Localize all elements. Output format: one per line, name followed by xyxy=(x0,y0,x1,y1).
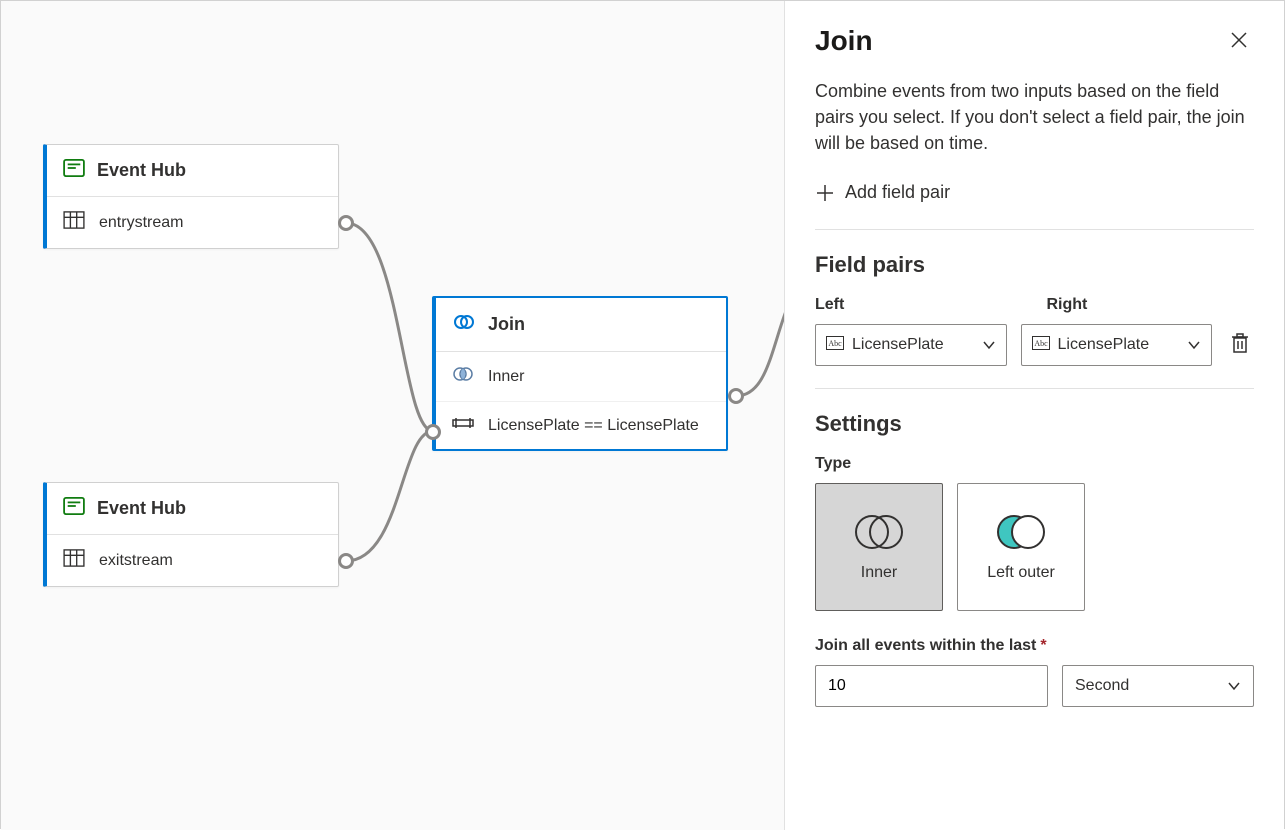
left-column-label: Left xyxy=(815,296,1023,314)
node-detail-row: exitstream xyxy=(47,535,338,586)
add-field-pair-button[interactable]: Add field pair xyxy=(815,178,1254,207)
right-field-dropdown[interactable]: Abc LicensePlate xyxy=(1021,324,1213,366)
node-join[interactable]: Join Inner LicensePlate == LicensePlate xyxy=(432,296,728,451)
table-icon xyxy=(63,211,85,234)
join-type-inner-button[interactable]: Inner xyxy=(815,483,943,611)
field-pairs-heading: Field pairs xyxy=(815,252,1254,278)
join-type-row: Inner xyxy=(436,352,726,401)
node-detail: exitstream xyxy=(99,552,173,570)
right-field-value: LicensePlate xyxy=(1058,336,1180,354)
join-type-left-outer-label: Left outer xyxy=(987,564,1055,582)
node-detail-row: entrystream xyxy=(47,197,338,248)
left-field-dropdown[interactable]: Abc LicensePlate xyxy=(815,324,1007,366)
trash-icon xyxy=(1230,332,1250,354)
table-icon xyxy=(63,549,85,572)
plus-icon xyxy=(815,183,835,203)
type-label: Type xyxy=(815,455,1254,473)
node-title: Event Hub xyxy=(97,498,186,519)
chevron-down-icon xyxy=(1227,679,1241,693)
time-unit-value: Second xyxy=(1075,677,1129,695)
delete-field-pair-button[interactable] xyxy=(1226,328,1254,363)
input-port[interactable] xyxy=(425,424,441,440)
node-header: Event Hub xyxy=(47,483,338,535)
node-event-hub-exit[interactable]: Event Hub exitstream xyxy=(43,482,339,587)
time-window-label: Join all events within the last* xyxy=(815,637,1254,655)
svg-text:Abc: Abc xyxy=(828,339,842,348)
output-port[interactable] xyxy=(338,553,354,569)
join-icon xyxy=(452,312,476,337)
required-asterisk: * xyxy=(1040,637,1046,654)
close-button[interactable] xyxy=(1224,25,1254,60)
node-event-hub-entry[interactable]: Event Hub entrystream xyxy=(43,144,339,249)
field-icon xyxy=(452,416,474,435)
join-condition: LicensePlate == LicensePlate xyxy=(488,417,699,435)
join-type-label: Inner xyxy=(488,368,524,386)
time-window-label-text: Join all events within the last xyxy=(815,637,1036,654)
venn-left-outer-icon xyxy=(991,512,1051,552)
join-type-left-outer-button[interactable]: Left outer xyxy=(957,483,1085,611)
node-header: Join xyxy=(436,298,726,352)
time-value-input[interactable] xyxy=(815,665,1048,707)
right-column-label: Right xyxy=(1047,296,1255,314)
abc-icon: Abc xyxy=(1032,336,1050,355)
add-field-pair-label: Add field pair xyxy=(845,182,950,203)
output-port[interactable] xyxy=(728,388,744,404)
close-icon xyxy=(1230,31,1248,49)
settings-heading: Settings xyxy=(815,411,1254,437)
time-unit-dropdown[interactable]: Second xyxy=(1062,665,1254,707)
svg-text:Abc: Abc xyxy=(1034,339,1048,348)
properties-panel: Join Combine events from two inputs base… xyxy=(784,1,1284,830)
node-title: Event Hub xyxy=(97,160,186,181)
join-type-inner-label: Inner xyxy=(861,564,897,582)
node-header: Event Hub xyxy=(47,145,338,197)
chevron-down-icon xyxy=(1187,338,1201,352)
event-hub-icon xyxy=(63,159,85,182)
join-condition-row: LicensePlate == LicensePlate xyxy=(436,401,726,449)
abc-icon: Abc xyxy=(826,336,844,355)
event-hub-icon xyxy=(63,497,85,520)
panel-description: Combine events from two inputs based on … xyxy=(815,78,1254,156)
diagram-canvas[interactable]: Event Hub entrystream Event Hub exitstre… xyxy=(1,1,786,830)
separator xyxy=(815,229,1254,230)
node-title: Join xyxy=(488,314,525,335)
chevron-down-icon xyxy=(982,338,996,352)
field-pair-row: Abc LicensePlate Abc LicensePlate xyxy=(815,324,1254,366)
left-field-value: LicensePlate xyxy=(852,336,974,354)
join-type-selector: Inner Left outer xyxy=(815,483,1254,611)
venn-inner-icon xyxy=(452,366,474,387)
output-port[interactable] xyxy=(338,215,354,231)
node-detail: entrystream xyxy=(99,214,183,232)
panel-title: Join xyxy=(815,25,873,57)
separator xyxy=(815,388,1254,389)
venn-inner-icon xyxy=(849,512,909,552)
